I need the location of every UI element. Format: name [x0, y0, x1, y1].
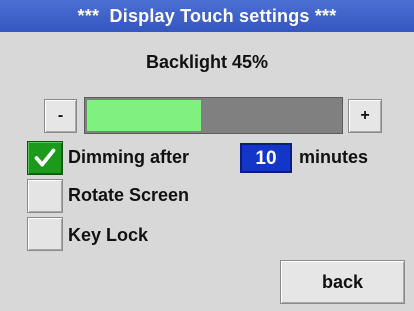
key-lock-checkbox[interactable] [27, 217, 63, 251]
rotate-screen-checkbox[interactable] [27, 179, 63, 213]
key-lock-label: Key Lock [68, 225, 149, 245]
backlight-label: Backlight 45% [145, 52, 269, 72]
display-touch-settings-screen: *** Display Touch settings *** Backlight… [0, 0, 414, 311]
backlight-decrease-button[interactable]: - [44, 99, 77, 133]
title-bar: *** Display Touch settings *** [0, 0, 414, 32]
dimming-minutes-input[interactable]: 10 [240, 143, 292, 173]
back-button[interactable]: back [280, 260, 405, 304]
dimming-label: Dimming after [68, 147, 190, 167]
check-icon [34, 148, 56, 167]
rotate-screen-label: Rotate Screen [68, 185, 190, 205]
dimming-checkbox[interactable] [27, 141, 63, 175]
dimming-unit-label: minutes [299, 147, 369, 167]
backlight-slider-fill [87, 100, 201, 131]
backlight-slider[interactable] [84, 97, 343, 134]
backlight-increase-button[interactable]: + [348, 99, 382, 133]
